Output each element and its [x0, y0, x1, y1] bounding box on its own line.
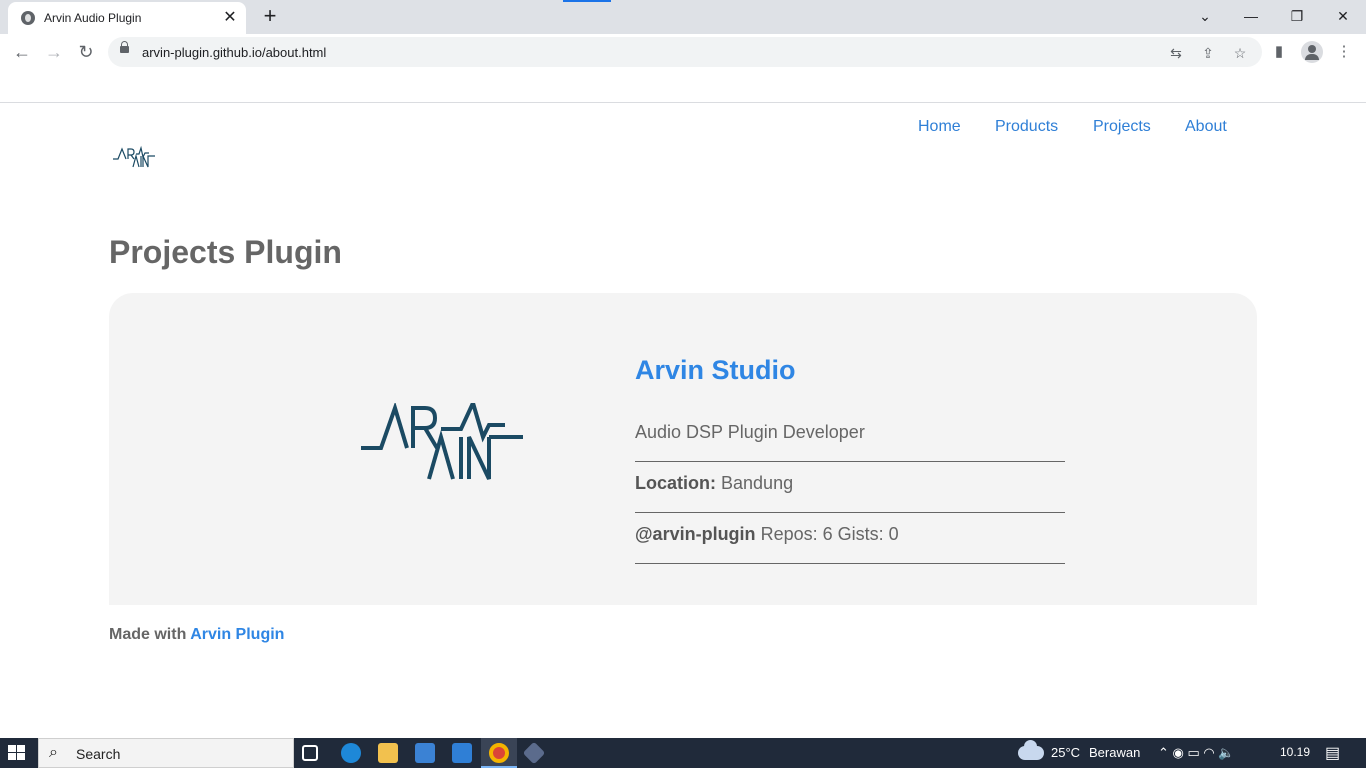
back-button[interactable]: ←: [10, 40, 34, 64]
notification-center-icon[interactable]: ▤: [1325, 743, 1340, 763]
tab-title: Arvin Audio Plugin: [44, 11, 142, 25]
menu-kebab-icon[interactable]: ⋮: [1332, 40, 1356, 64]
share-icon[interactable]: ⇪: [1198, 43, 1218, 63]
tab-loading-indicator: [563, 0, 611, 2]
nav-products-link[interactable]: Products: [995, 118, 1058, 136]
nav-home-link[interactable]: Home: [918, 118, 961, 136]
url-text[interactable]: arvin-plugin.github.io/about.html: [142, 45, 326, 60]
location-row: Location: Bandung: [635, 473, 793, 494]
divider: [635, 461, 1065, 462]
mail-icon[interactable]: [452, 743, 472, 763]
browser-tab-bar: Arvin Audio Plugin ✕ + ⌄ — ❐ ✕: [0, 0, 1366, 34]
github-stats: Repos: 6 Gists: 0: [760, 524, 899, 544]
chrome-taskbar-item[interactable]: [481, 738, 517, 768]
lock-icon[interactable]: [120, 41, 129, 53]
browser-tab[interactable]: Arvin Audio Plugin ✕: [8, 2, 246, 34]
location-value: Bandung: [721, 473, 794, 493]
new-tab-button[interactable]: +: [258, 5, 282, 29]
translate-icon[interactable]: ⇆: [1166, 43, 1186, 63]
divider: [635, 512, 1065, 513]
footer: Made with Arvin Plugin: [109, 626, 284, 644]
forward-button[interactable]: →: [42, 40, 66, 64]
footer-prefix: Made with: [109, 626, 187, 643]
system-tray-icons[interactable]: ⌃ ◉ ▭ ◠ 🔈: [1158, 745, 1235, 761]
close-window-button[interactable]: ✕: [1323, 4, 1363, 28]
weather-cloud-icon[interactable]: [1018, 740, 1044, 760]
footer-link[interactable]: Arvin Plugin: [190, 626, 284, 643]
weather-temp[interactable]: 25°C: [1051, 745, 1080, 760]
file-explorer-icon[interactable]: [378, 743, 398, 763]
restore-button[interactable]: ❐: [1277, 4, 1317, 28]
web-page: Home Products Projects About Projects Pl…: [0, 103, 1366, 738]
divider: [635, 563, 1065, 564]
microsoft-store-icon[interactable]: [415, 743, 435, 763]
profile-avatar-icon[interactable]: [1301, 41, 1323, 63]
windows-taskbar: ⌕ Search 25°C Berawan ⌃ ◉ ▭ ◠ 🔈 10.19 ▤: [0, 738, 1366, 768]
nav-about-link[interactable]: About: [1185, 118, 1227, 136]
windows-start-icon[interactable]: [8, 745, 26, 761]
github-stats-row: @arvin-plugin Repos: 6 Gists: 0: [635, 524, 899, 545]
nav-projects-link[interactable]: Projects: [1093, 118, 1151, 136]
location-label: Location:: [635, 473, 716, 493]
reload-button[interactable]: ↻: [74, 40, 98, 64]
profile-card: Arvin Studio Audio DSP Plugin Developer …: [109, 293, 1257, 605]
taskbar-search-box[interactable]: ⌕ Search: [38, 738, 294, 768]
search-icon: ⌕: [49, 744, 58, 761]
edge-browser-icon[interactable]: [341, 743, 361, 763]
search-label: Search: [76, 746, 121, 762]
clock[interactable]: 10.19: [1280, 745, 1310, 759]
chrome-icon: [489, 743, 509, 763]
globe-icon: [21, 11, 35, 25]
studio-tagline: Audio DSP Plugin Developer: [635, 422, 865, 442]
side-panel-icon[interactable]: ▮: [1267, 40, 1291, 64]
studio-name: Arvin Studio: [635, 355, 796, 385]
weather-desc[interactable]: Berawan: [1089, 745, 1140, 760]
task-view-icon[interactable]: [302, 745, 318, 761]
page-title: Projects Plugin: [109, 234, 342, 270]
tab-close-icon[interactable]: ✕: [220, 8, 240, 28]
arvin-logo: [361, 403, 523, 480]
bookmark-star-icon[interactable]: ☆: [1230, 43, 1250, 63]
browser-toolbar: ← → ↻ arvin-plugin.github.io/about.html …: [0, 34, 1366, 70]
minimize-button[interactable]: —: [1231, 4, 1271, 28]
address-bar[interactable]: arvin-plugin.github.io/about.html ⇆ ⇪ ☆: [108, 37, 1262, 67]
github-handle: @arvin-plugin: [635, 524, 756, 544]
site-logo[interactable]: [113, 145, 155, 169]
git-tool-icon[interactable]: [522, 741, 546, 765]
tab-search-icon[interactable]: ⌄: [1185, 4, 1225, 28]
